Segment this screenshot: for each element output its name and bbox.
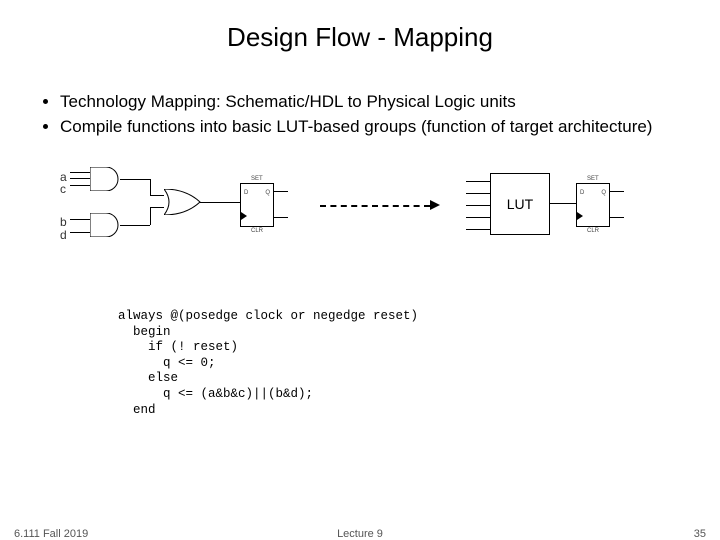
code-line: q <= (a&b&c)||(b&d); — [118, 387, 313, 401]
mapping-arrow — [320, 205, 430, 207]
ff-set-label: SET — [587, 176, 599, 182]
signal-b: b — [60, 215, 67, 229]
bullet-1: Technology Mapping: Schematic/HDL to Phy… — [60, 91, 720, 114]
code-line: else — [118, 371, 178, 385]
code-line: always @(posedge clock or negedge reset) — [118, 309, 418, 323]
lut-block: LUT — [490, 173, 550, 235]
ff-set-label: SET — [251, 176, 263, 182]
bullet-list: Technology Mapping: Schematic/HDL to Phy… — [38, 91, 720, 139]
ff-q-label: Q — [601, 190, 606, 196]
flipflop-left: D Q SET CLR — [240, 183, 274, 227]
lut-label: LUT — [507, 196, 533, 212]
ff-clr-label: CLR — [251, 228, 263, 234]
or-gate-icon — [164, 189, 204, 215]
footer-page-number: 35 — [694, 528, 706, 540]
ff-q-label: Q — [265, 190, 270, 196]
hdl-code-block: always @(posedge clock or negedge reset)… — [118, 309, 720, 418]
arrow-head-icon — [430, 200, 440, 210]
footer-lecture: Lecture 9 — [337, 528, 383, 540]
code-line: end — [118, 403, 156, 417]
page-title: Design Flow - Mapping — [0, 0, 720, 53]
footer-course: 6.111 Fall 2019 — [14, 528, 88, 540]
code-line: begin — [118, 325, 171, 339]
signal-d: d — [60, 228, 67, 242]
signal-c: c — [60, 182, 66, 196]
ff-d-label: D — [580, 190, 584, 196]
ff-clr-label: CLR — [587, 228, 599, 234]
bullet-2: Compile functions into basic LUT-based g… — [60, 116, 720, 139]
schematic-diagram: a c b d D Q SET CLR LUT — [60, 167, 660, 287]
flipflop-right: D Q SET CLR — [576, 183, 610, 227]
code-line: if (! reset) — [118, 340, 238, 354]
code-line: q <= 0; — [118, 356, 216, 370]
ff-d-label: D — [244, 190, 248, 196]
